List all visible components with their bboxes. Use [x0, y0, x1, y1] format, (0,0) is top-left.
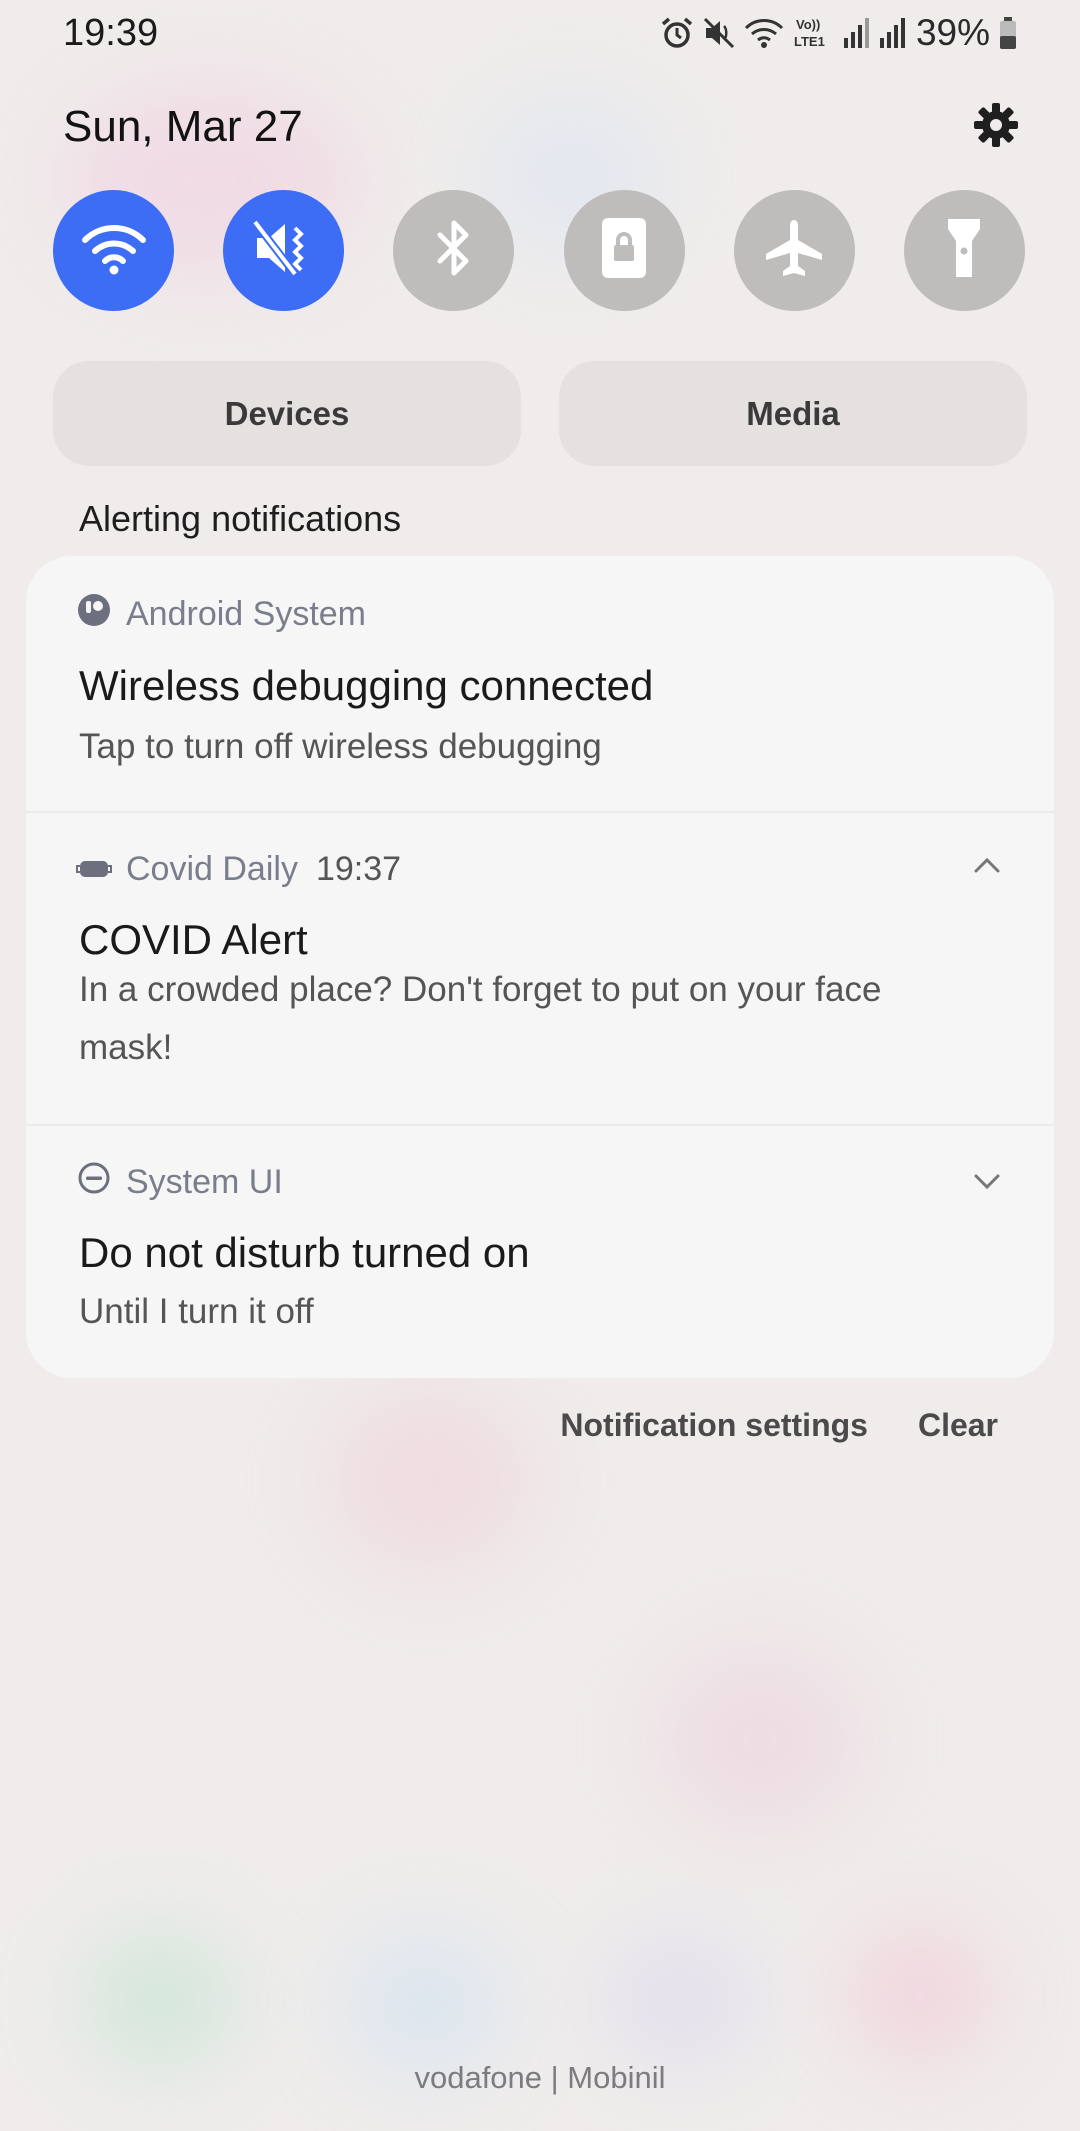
mute-icon: [702, 16, 736, 50]
notification-card[interactable]: Android System Wireless debugging connec…: [26, 556, 1054, 811]
notification-header: Android System: [76, 592, 366, 636]
notification-actions: Notification settings Clear: [560, 1400, 998, 1450]
media-button[interactable]: Media: [559, 361, 1027, 466]
signal-sim2-icon: [878, 16, 906, 50]
wallpaper-blob: [840, 1920, 1000, 2070]
quick-settings-tiles: [53, 190, 1025, 312]
do-not-disturb-icon: [76, 1160, 112, 1205]
mask-icon: [76, 850, 112, 889]
battery-percent: 39%: [915, 12, 990, 53]
notification-title: Do not disturb turned on: [79, 1229, 530, 1276]
notification-header: System UI: [76, 1160, 283, 1204]
bluetooth-icon: [434, 217, 474, 284]
wallpaper-blob: [600, 1930, 760, 2070]
bluetooth-tile[interactable]: [393, 190, 515, 311]
carrier-label: vodafone | Mobinil: [414, 2060, 666, 2095]
status-icons: Vo)) LTE1 39%: [660, 12, 1018, 54]
app-name: System UI: [126, 1162, 283, 1201]
wallpaper-blob: [80, 1930, 240, 2070]
notification-body: Tap to turn off wireless debugging: [79, 727, 602, 766]
notification-title: Wireless debugging connected: [79, 662, 654, 709]
chevron-up-icon[interactable]: [972, 855, 1002, 880]
alarm-icon: [660, 16, 694, 50]
devices-button[interactable]: Devices: [53, 361, 521, 466]
wallpaper-blob: [650, 1640, 870, 1840]
notification-settings-button[interactable]: Notification settings: [560, 1407, 868, 1444]
svg-text:Vo)): Vo)): [796, 17, 820, 32]
airplane-tile[interactable]: [733, 190, 855, 311]
airplane-icon: [762, 216, 826, 285]
rotation-lock-tile[interactable]: [563, 190, 685, 311]
portrait-lock-icon: [599, 215, 649, 286]
notification-header: Covid Daily 19:37: [76, 847, 401, 891]
wifi-tile[interactable]: [53, 190, 174, 311]
battery-icon: [998, 16, 1018, 50]
chevron-down-icon[interactable]: [972, 1172, 1002, 1197]
svg-text:LTE1: LTE1: [794, 34, 825, 49]
notification-body: In a crowded place? Don't forget to put …: [79, 970, 882, 1067]
android-system-icon: [76, 592, 112, 637]
flashlight-icon: [944, 215, 984, 286]
wifi-icon: [81, 220, 147, 281]
notification-time: 19:37: [315, 849, 402, 888]
wallpaper-blob: [340, 1930, 510, 2080]
mute-vibrate-icon: [251, 218, 317, 283]
volte-lte1-icon: Vo)) LTE1: [794, 15, 834, 51]
status-bar: 19:39 Vo)) LTE1 39%: [0, 0, 1080, 66]
notification-body: Until I turn it off: [79, 1292, 314, 1331]
wallpaper-blob: [320, 1380, 540, 1580]
clear-button[interactable]: Clear: [918, 1407, 998, 1444]
wifi-calling-icon: [744, 16, 786, 50]
notifications-panel: Android System Wireless debugging connec…: [26, 556, 1054, 1378]
gear-icon[interactable]: [972, 101, 1020, 154]
sound-tile[interactable]: [223, 190, 345, 311]
notification-card[interactable]: Covid Daily 19:37 COVID Alert In a crowd…: [26, 811, 1054, 1124]
signal-sim1-icon: [842, 16, 870, 50]
section-title: Alerting notifications: [79, 498, 402, 539]
date-label: Sun, Mar 27: [63, 102, 303, 151]
app-name: Covid Daily: [126, 849, 298, 888]
notification-card[interactable]: System UI Do not disturb turned on Until…: [26, 1124, 1054, 1378]
panel-header: Sun, Mar 27: [63, 92, 1020, 162]
notification-title: COVID Alert: [79, 916, 308, 963]
status-time: 19:39: [63, 11, 159, 54]
flashlight-tile[interactable]: [903, 190, 1025, 311]
app-name: Android System: [126, 594, 366, 633]
segment-buttons: Devices Media: [53, 361, 1027, 466]
